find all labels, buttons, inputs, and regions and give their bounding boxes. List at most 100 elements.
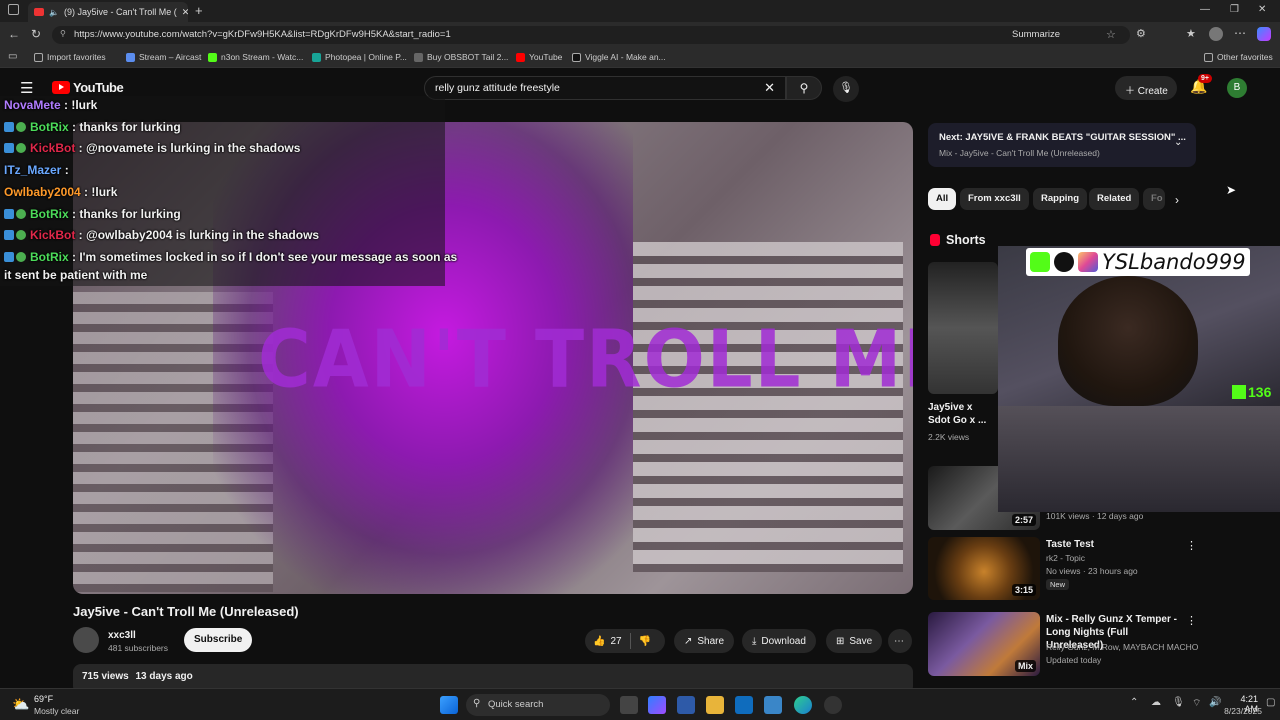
browser-tab[interactable]: 🔈 (9) Jay5ive - Can't Troll Me ( ✕	[28, 2, 188, 22]
short-thumbnail[interactable]	[928, 262, 998, 394]
notifications-button[interactable]: 🔔 9+	[1190, 74, 1212, 95]
related-thumbnail-3[interactable]: Mix	[928, 612, 1040, 676]
url-field[interactable]: ⚲ https://www.youtube.com/watch?v=gKrDFw…	[52, 26, 1130, 44]
related-thumbnail-2[interactable]: 3:15	[928, 537, 1040, 600]
folder-icon	[1204, 52, 1213, 62]
duration-badge: 3:15	[1011, 584, 1036, 596]
search-input[interactable]: relly gunz attitude freestyle ✕	[424, 76, 786, 100]
bookmark-youtube[interactable]: YouTube	[516, 52, 562, 62]
site-info-icon[interactable]: ⚲	[60, 29, 66, 38]
profile-icon[interactable]	[1209, 27, 1223, 41]
mouse-cursor-icon: ➤	[1226, 183, 1237, 197]
close-tab-icon[interactable]: ✕	[182, 7, 188, 18]
item-menu-icon[interactable]: ⋮	[1186, 614, 1197, 627]
verified-badge-icon	[16, 230, 26, 241]
store-icon[interactable]	[677, 696, 695, 714]
back-icon[interactable]: ←	[8, 27, 20, 41]
bookmark-import[interactable]: Import favorites	[34, 52, 106, 62]
bookmark-n3on[interactable]: n3on Stream - Watc...	[208, 52, 303, 62]
new-tab-icon[interactable]: +	[195, 3, 203, 18]
bookmark-photopea[interactable]: Photopea | Online P...	[312, 52, 407, 62]
chevron-down-icon[interactable]: ⌄	[1174, 137, 1182, 148]
webcam-overlay: YSLbando999 136	[998, 246, 1280, 512]
close-window-icon[interactable]: ✕	[1258, 4, 1266, 15]
download-button[interactable]: ⤓ Download	[742, 629, 816, 653]
reading-list-icon[interactable]: ▭	[8, 51, 17, 62]
bookmark-aircast[interactable]: Stream – Aircast	[126, 52, 201, 62]
chip-related[interactable]: Related	[1089, 188, 1140, 210]
related-channel-3[interactable]: Relly Gunz, M Row, MAYBACH MACHO, a...	[1046, 641, 1198, 654]
chat-username: BotRix	[30, 206, 69, 221]
divider	[629, 633, 631, 649]
chip-partial[interactable]: Fo	[1143, 188, 1165, 210]
file-explorer-icon[interactable]	[706, 696, 724, 714]
bookmark-viggle[interactable]: Viggle AI - Make an...	[572, 52, 666, 62]
workspaces-icon[interactable]	[8, 4, 19, 15]
summarize-button[interactable]: Summarize	[1012, 29, 1060, 40]
photos-icon[interactable]	[764, 696, 782, 714]
start-icon[interactable]	[440, 696, 458, 714]
chat-text: : !lurk	[60, 98, 98, 112]
edge-icon[interactable]	[794, 696, 812, 714]
bot-badge-icon	[4, 121, 14, 132]
outlook-icon[interactable]	[735, 696, 753, 714]
channel-avatar[interactable]	[73, 627, 99, 653]
verified-badge-icon	[16, 121, 26, 132]
more-actions-button[interactable]: ⋯	[888, 629, 912, 653]
chip-all[interactable]: All	[928, 188, 957, 210]
youtube-logo[interactable]: YouTube	[52, 80, 124, 95]
dislike-button[interactable]: 👎	[639, 636, 651, 647]
favorites-icon[interactable]: ★	[1186, 27, 1196, 40]
obs-icon[interactable]	[824, 696, 842, 714]
chat-text: : !lurk	[80, 184, 118, 199]
minimize-icon[interactable]: —	[1200, 4, 1210, 15]
voice-search-button[interactable]: 🎙	[833, 76, 859, 102]
mic-icon: 🎙	[839, 82, 853, 94]
weather-icon[interactable]: ⛅	[12, 696, 29, 713]
copilot-icon[interactable]	[1257, 27, 1271, 41]
favorite-star-icon[interactable]: ☆	[1106, 28, 1116, 41]
channel-name[interactable]: xxc3ll	[108, 630, 136, 641]
task-view-icon[interactable]	[620, 696, 638, 714]
tray-chevron-icon[interactable]: ⌃	[1130, 697, 1138, 708]
share-button[interactable]: ↗ Share	[674, 629, 735, 653]
search-button[interactable]: ⚲	[786, 76, 822, 100]
streamer-figure	[1058, 276, 1198, 406]
view-count: 715 views	[82, 671, 129, 682]
subscribe-button[interactable]: Subscribe	[184, 628, 253, 652]
more-icon: ⋯	[894, 635, 904, 647]
short-title[interactable]: Jay5ive x Sdot Go x ...	[928, 401, 994, 427]
clear-search-icon[interactable]: ✕	[764, 80, 775, 96]
account-avatar[interactable]: B	[1227, 78, 1247, 98]
address-bar-row: ← ↻ ⚲ https://www.youtube.com/watch?v=gK…	[0, 22, 1280, 48]
related-channel-2[interactable]: rk2 - Topic	[1046, 552, 1085, 565]
wifi-icon[interactable]: ⌔	[1192, 697, 1201, 710]
copilot-app-icon[interactable]	[648, 696, 666, 714]
notifications-tray-icon[interactable]: ▢	[1266, 697, 1275, 708]
bookmark-obsbot[interactable]: Buy OBSBOT Tail 2...	[414, 52, 508, 62]
chat-text: : thanks for lurking	[68, 206, 181, 221]
item-menu-icon[interactable]: ⋮	[1186, 539, 1197, 552]
save-button[interactable]: ⊞ Save	[826, 629, 883, 653]
subscriber-count: 481 subscribers	[108, 643, 169, 653]
chip-from-channel[interactable]: From xxc3ll	[960, 188, 1029, 210]
chips-next-icon[interactable]: ›	[1175, 193, 1179, 207]
other-favorites[interactable]: Other favorites	[1204, 52, 1273, 62]
speaker-icon[interactable]: 🔈	[49, 8, 59, 17]
chip-rapping[interactable]: Rapping	[1033, 188, 1087, 210]
extensions-icon[interactable]: ⚙	[1136, 27, 1146, 40]
onedrive-icon[interactable]: ☁	[1151, 697, 1161, 708]
youtube-play-icon	[52, 81, 70, 94]
hamburger-menu-icon[interactable]: ☰	[20, 79, 33, 97]
more-menu-icon[interactable]: ⋯	[1234, 26, 1246, 40]
like-button[interactable]: 👍 27	[593, 636, 622, 647]
volume-icon[interactable]: 🔊	[1209, 697, 1221, 708]
taskbar-search-box[interactable]: ⚲ Quick search	[466, 694, 610, 716]
refresh-icon[interactable]: ↻	[31, 27, 41, 41]
weather-temp[interactable]: 69°F	[34, 694, 53, 704]
mic-tray-icon[interactable]: 🎙	[1172, 697, 1185, 708]
related-title-2[interactable]: Taste Test	[1046, 538, 1094, 551]
maximize-icon[interactable]: ❐	[1230, 4, 1239, 15]
up-next-panel[interactable]: Next: JAY5IVE & FRANK BEATS "GUITAR SESS…	[928, 123, 1196, 167]
create-button[interactable]: ＋ Create	[1115, 76, 1177, 100]
